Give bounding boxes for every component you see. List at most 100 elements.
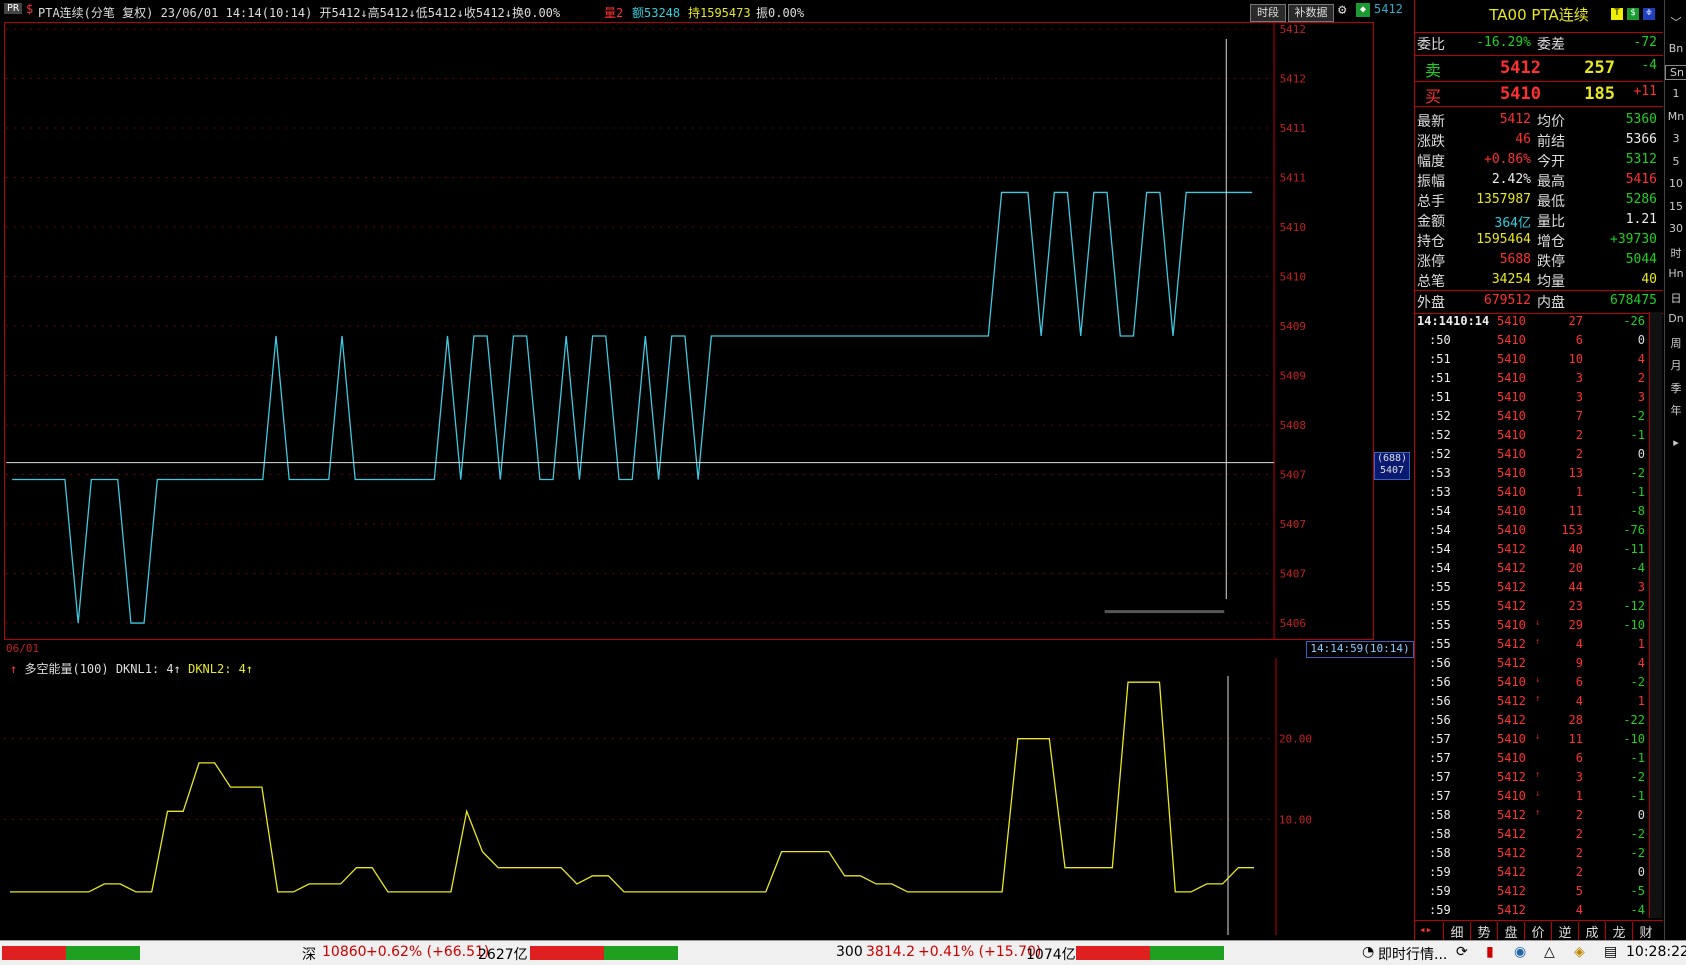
tick-row[interactable]: :56 5412 28 -22 (1415, 711, 1663, 730)
refresh-icon[interactable]: ⟳ (1456, 944, 1468, 960)
price-chart[interactable]: 5412 5412 5411 5411 5410 5410 5409 5409 5408 5407… (4, 22, 1374, 640)
price-line (12, 191, 1253, 624)
book-icon[interactable]: ▤ (1604, 944, 1617, 960)
tick-row[interactable]: :54 5410 153 -76 (1415, 521, 1663, 540)
tick-price: 5410 (1497, 466, 1526, 480)
tick-time: :54 (1429, 561, 1451, 575)
tick-row[interactable]: :52 5410 2 0 (1415, 445, 1663, 464)
tick-row[interactable]: :57 5410 6 -1 (1415, 749, 1663, 768)
tick-row[interactable]: :54 5412 40 -11 (1415, 540, 1663, 559)
tick-row[interactable]: :59 5412 4 -4 (1415, 901, 1663, 920)
tick-row[interactable]: :54 5410 11 -8 (1415, 502, 1663, 521)
tick-change: -76 (1623, 523, 1645, 537)
side-tab[interactable]: 季 (1665, 380, 1686, 396)
key-icon[interactable]: ◈ (1574, 944, 1585, 960)
tick-price: 5412 (1497, 599, 1526, 613)
alert-icon[interactable]: ◔ (1362, 944, 1374, 960)
tick-row[interactable]: :53 5410 1 -1 (1415, 483, 1663, 502)
side-tab[interactable]: 月 (1665, 357, 1686, 373)
hs-value[interactable]: 3814.2 (866, 944, 915, 960)
period-button[interactable]: 时段 (1250, 4, 1286, 22)
tick-row[interactable]: :57 5412 ↑ 3 -2 (1415, 768, 1663, 787)
stat-row: 金额 364亿 量比 1.21 (1415, 210, 1663, 231)
tick-row[interactable]: :57 5410 ↓ 1 -1 (1415, 787, 1663, 806)
side-tab[interactable]: 日 (1665, 290, 1686, 306)
warning-icon[interactable]: △ (1544, 944, 1555, 960)
tick-row[interactable]: :56 5412 ↑ 4 1 (1415, 692, 1663, 711)
collapse-icon[interactable]: ﹀ (1665, 14, 1686, 30)
tick-row[interactable]: :55 5412 23 -12 (1415, 597, 1663, 616)
layout-icon[interactable]: ◆ (1356, 3, 1370, 17)
tick-scrollbar[interactable] (1649, 312, 1662, 918)
y-tick-label: 5412 (1280, 23, 1306, 36)
side-tab[interactable]: Mn (1665, 110, 1686, 123)
tick-row[interactable]: :56 5410 ↓ 6 -2 (1415, 673, 1663, 692)
trash-icon[interactable]: ▮ (1486, 944, 1494, 960)
t-icon[interactable]: T (1611, 8, 1623, 20)
side-tab[interactable]: 年 (1665, 402, 1686, 418)
side-tab[interactable]: Hn (1665, 267, 1686, 280)
panel-tab[interactable]: 财 (1632, 922, 1659, 941)
settings-icon[interactable]: $ (26, 2, 33, 16)
side-tab[interactable]: Dn (1665, 312, 1686, 325)
panel-tab[interactable]: 势 (1470, 922, 1497, 941)
tick-row[interactable]: :51 5410 3 3 (1415, 388, 1663, 407)
panel-tab[interactable]: 细 (1443, 922, 1470, 941)
tick-row[interactable]: :59 5412 2 0 (1415, 863, 1663, 882)
tick-row[interactable]: :54 5412 20 -4 (1415, 559, 1663, 578)
bid-row[interactable]: 买 5410 185 +11 (1415, 81, 1663, 107)
panel-tab[interactable]: 价 (1524, 922, 1551, 941)
globe-icon[interactable]: ◉ (1514, 944, 1526, 960)
indicator-chart[interactable]: 20.00 10.00 (4, 658, 1374, 935)
stat-label: 增仓 (1537, 234, 1565, 250)
side-tab[interactable]: 30 (1665, 222, 1686, 235)
side-tab[interactable]: 15 (1665, 200, 1686, 213)
side-tab[interactable]: 1 (1665, 87, 1686, 100)
tick-row[interactable]: :55 5410 ↓ 29 -10 (1415, 616, 1663, 635)
tick-row[interactable]: :55 5412 44 3 (1415, 578, 1663, 597)
tick-row[interactable]: :58 5412 ↑ 2 0 (1415, 806, 1663, 825)
side-tab[interactable]: 5 (1665, 155, 1686, 168)
tick-row[interactable]: :51 5410 10 4 (1415, 350, 1663, 369)
tick-row[interactable]: :55 5412 ↑ 4 1 (1415, 635, 1663, 654)
side-tab[interactable]: Sn (1665, 64, 1686, 80)
swap-icon[interactable]: $ (1627, 8, 1639, 20)
tick-row[interactable]: :57 5410 ↓ 11 -10 (1415, 730, 1663, 749)
fill-data-button[interactable]: 补数据 (1288, 4, 1334, 22)
tick-row[interactable]: :52 5410 2 -1 (1415, 426, 1663, 445)
side-tab[interactable]: Bn (1665, 42, 1686, 55)
tick-row[interactable]: :59 5412 5 -5 (1415, 882, 1663, 901)
tick-row[interactable]: :58 5412 2 -2 (1415, 844, 1663, 863)
panel-tab[interactable]: 成 (1578, 922, 1605, 941)
more-icon[interactable]: ▸ (1665, 436, 1686, 449)
tab-arrows-icon[interactable]: ◂▸ (1419, 923, 1432, 936)
panel-tab[interactable]: 逆 (1551, 922, 1578, 941)
tick-price: 5410 (1497, 447, 1526, 461)
period-tag[interactable]: PR (4, 3, 23, 14)
live-quote-link[interactable]: 即时行情... (1378, 944, 1447, 964)
gear-icon[interactable]: ⚙ (1338, 2, 1346, 18)
scroll-thumb[interactable] (1104, 610, 1225, 614)
tick-volume: 3 (1575, 390, 1583, 404)
date-label: 06/01 (6, 642, 40, 655)
tick-row[interactable]: :53 5410 13 -2 (1415, 464, 1663, 483)
y-tick-label: 5410 (1280, 221, 1306, 234)
tick-row[interactable]: :58 5412 2 -2 (1415, 825, 1663, 844)
sz-value[interactable]: 10860 (322, 944, 367, 960)
side-tab[interactable]: 时 (1665, 245, 1686, 261)
sort-icon[interactable]: ≑ (1643, 8, 1655, 20)
side-tab[interactable]: 10 (1665, 177, 1686, 190)
tick-volume: 5 (1575, 884, 1583, 898)
tick-row[interactable]: :56 5412 9 4 (1415, 654, 1663, 673)
panel-tab[interactable]: 盘 (1497, 922, 1524, 941)
tick-change: 0 (1637, 808, 1645, 822)
side-tab[interactable]: 周 (1665, 335, 1686, 351)
tick-row[interactable]: :50 5410 6 0 (1415, 331, 1663, 350)
stat-label: 最新 (1417, 114, 1445, 130)
panel-tab[interactable]: 龙 (1605, 922, 1632, 941)
ask-row[interactable]: 卖 5412 257 -4 (1415, 55, 1663, 80)
tick-row[interactable]: :52 5410 7 -2 (1415, 407, 1663, 426)
tick-row[interactable]: :51 5410 3 2 (1415, 369, 1663, 388)
side-tab[interactable]: 3 (1665, 132, 1686, 145)
tick-row[interactable]: 14:1410:14 5410 27 -26 (1415, 312, 1663, 331)
